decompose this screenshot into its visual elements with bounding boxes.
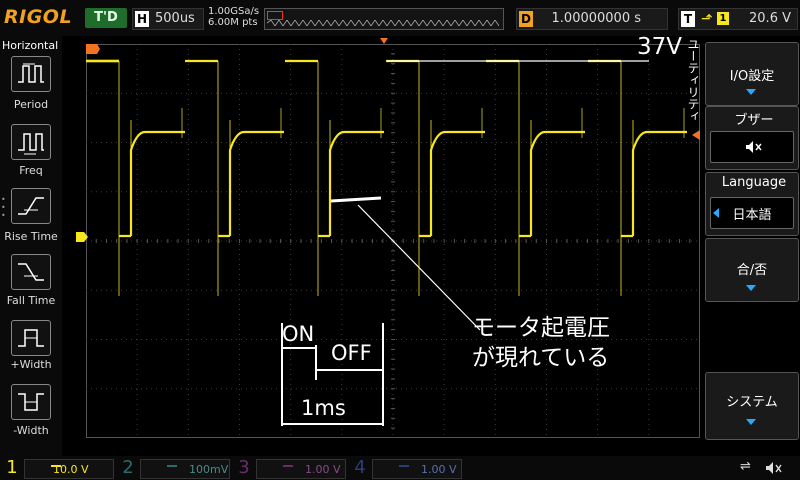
buzzer-value-box	[710, 131, 794, 163]
language-value-box: 日本語	[710, 197, 794, 229]
emf-callout-line2: が現れている	[472, 345, 610, 371]
ch3-number: 3	[238, 457, 250, 478]
callout-leader-line	[357, 204, 481, 331]
ch3-status[interactable]: 3 1.00 V	[236, 457, 346, 479]
emf-callout: モータ起電圧 が現れている	[472, 313, 610, 373]
emf-callout-line1: モータ起電圧	[472, 315, 610, 341]
buzzer-label: ブザー	[734, 113, 774, 128]
ch3-scale-box: 1.00 V	[256, 459, 346, 479]
ch2-scale-box: 100mV	[140, 459, 230, 479]
dc-coupling-icon	[167, 465, 177, 467]
ch1-number: 1	[6, 457, 18, 478]
emf-highlight-bar	[330, 196, 382, 203]
dc-coupling-icon	[399, 465, 409, 467]
ch2-status[interactable]: 2 100mV	[120, 457, 230, 479]
dc-coupling-icon	[283, 465, 293, 467]
utility-softkey-menu: I/O設定 ブザー Language 日本語 合/否 システム	[703, 40, 799, 440]
ch1-scale: 10.0 V	[53, 463, 89, 476]
period-label: 1ms	[301, 396, 346, 420]
system-label: システム	[726, 395, 778, 410]
ch1-scale-box: 10.0 V	[24, 459, 114, 479]
off-label: OFF	[331, 341, 372, 365]
ch4-status[interactable]: 4 1.00 V	[352, 457, 462, 479]
ch4-scale-box: 1.00 V	[372, 459, 462, 479]
speaker-muted-icon	[746, 141, 762, 153]
chevron-down-icon	[746, 285, 756, 291]
on-label: ON	[282, 322, 315, 346]
channel-status-bar: 1 10.0 V 2 100mV 3 1.00 V 4 1.00 V ⇌	[0, 456, 800, 480]
ch4-number: 4	[354, 457, 366, 478]
pass-fail-label: 合/否	[736, 263, 768, 278]
language-label: Language	[721, 175, 787, 190]
voltage-annotation: 37V	[637, 34, 683, 60]
language-button[interactable]: Language 日本語	[705, 172, 799, 236]
ch3-scale: 1.00 V	[305, 463, 341, 476]
speaker-muted-icon	[766, 462, 782, 474]
io-settings-label: I/O設定	[729, 69, 775, 84]
buzzer-button[interactable]: ブザー	[705, 106, 799, 170]
usb-icon: ⇌	[740, 459, 751, 474]
ch1-status[interactable]: 1 10.0 V	[4, 457, 114, 479]
annotation-overlay	[281, 60, 649, 426]
utility-menu-tab: ユーティリティ	[686, 38, 700, 122]
ch2-scale: 100mV	[189, 463, 229, 476]
language-value: 日本語	[732, 208, 772, 223]
ch4-scale: 1.00 V	[421, 463, 457, 476]
chevron-down-icon	[746, 419, 756, 425]
ch2-number: 2	[122, 457, 134, 478]
pass-fail-button[interactable]: 合/否	[705, 238, 799, 302]
system-button[interactable]: システム	[705, 372, 799, 440]
chevron-down-icon	[746, 89, 756, 95]
io-settings-button[interactable]: I/O設定	[705, 42, 799, 106]
